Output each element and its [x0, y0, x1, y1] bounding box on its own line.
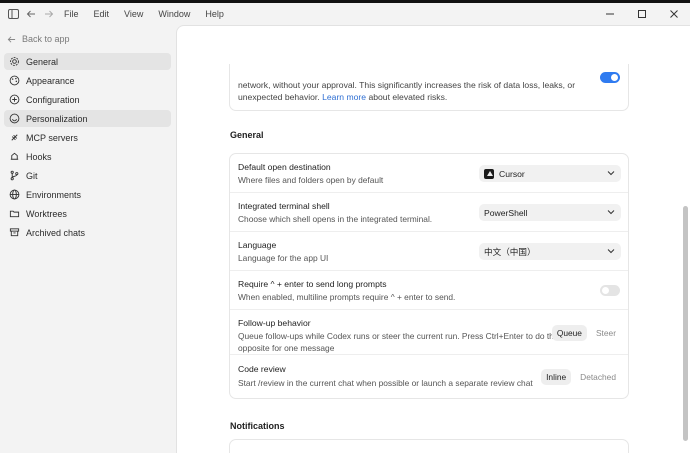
sidebar-item-label: Environments [26, 189, 82, 200]
close-icon[interactable] [658, 3, 690, 25]
setting-description: Start /review in the current chat when p… [238, 378, 533, 388]
minimize-icon[interactable] [594, 3, 626, 25]
setting-description: When enabled, multiline prompts require … [238, 292, 456, 302]
scrollbar-thumb[interactable] [683, 206, 688, 441]
sidebar-item-label: Appearance [26, 75, 75, 86]
setting-description-line: Queue follow-ups while Codex runs or ste… [238, 331, 559, 341]
folder-tree-icon [8, 208, 20, 220]
terminal-shell-select[interactable]: PowerShell [479, 204, 621, 221]
setting-title: Code review [238, 364, 286, 374]
setting-row-followup: Follow-up behavior Queue follow-ups whil… [230, 310, 628, 355]
back-to-app-link[interactable]: Back to app [7, 29, 176, 49]
globe-icon [8, 189, 20, 201]
menu-bar: File Edit View Window Help [64, 9, 239, 19]
git-branch-icon [8, 170, 20, 182]
sidebar-item-configuration[interactable]: Configuration [4, 91, 171, 108]
gear-icon [8, 56, 20, 68]
code-review-inline-option[interactable]: Inline [541, 369, 572, 385]
sidebar-item-worktrees[interactable]: Worktrees [4, 205, 171, 222]
setting-description-line: opposite for one message [238, 342, 335, 353]
open-destination-select[interactable]: Cursor [479, 165, 621, 182]
menu-view[interactable]: View [124, 9, 143, 19]
archive-icon [8, 227, 20, 239]
arrow-left-icon [7, 35, 16, 43]
setting-description: Language for the app UI [238, 253, 329, 263]
sidebar-item-label: Worktrees [26, 208, 67, 219]
settings-icon [8, 94, 20, 106]
chevron-down-icon [607, 249, 615, 254]
menu-help[interactable]: Help [205, 9, 224, 19]
hook-icon [8, 151, 20, 163]
back-to-app-label: Back to app [22, 34, 70, 44]
palette-icon [8, 75, 20, 87]
elevated-access-description: network, without your approval. This sig… [238, 80, 588, 103]
sidebar-item-mcp-servers[interactable]: MCP servers [4, 129, 171, 146]
followup-segmented-control: Queue Steer [551, 325, 621, 341]
plug-icon [8, 132, 20, 144]
sidebar-item-label: Personalization [26, 113, 88, 124]
chevron-down-icon [607, 171, 615, 176]
setting-title: Default open destination [238, 162, 331, 172]
window-controls [594, 3, 690, 25]
sidebar-item-hooks[interactable]: Hooks [4, 148, 171, 165]
setting-description: Queue follow-ups while Codex runs or ste… [238, 331, 559, 354]
sparkle-icon [8, 113, 20, 125]
menu-edit[interactable]: Edit [94, 9, 110, 19]
sidebar-item-label: MCP servers [26, 132, 78, 143]
sidebar-item-environments[interactable]: Environments [4, 186, 171, 203]
setting-title: Require ^ + enter to send long prompts [238, 279, 387, 289]
sidebar-item-label: Configuration [26, 94, 80, 105]
sidebar-item-label: Hooks [26, 151, 52, 162]
setting-title: Follow-up behavior [238, 318, 311, 328]
sidebar-item-label: Archived chats [26, 227, 86, 238]
long-prompts-toggle[interactable] [600, 285, 620, 296]
learn-more-link[interactable]: Learn more [322, 92, 366, 102]
setting-row-long-prompts: Require ^ + enter to send long prompts W… [230, 271, 628, 310]
select-value: 中文（中国） [484, 246, 536, 257]
setting-description: Where files and folders open by default [238, 175, 384, 185]
setting-title: Integrated terminal shell [238, 201, 330, 211]
notifications-card [229, 439, 629, 453]
followup-steer-option[interactable]: Steer [591, 325, 621, 341]
code-review-detached-option[interactable]: Detached [575, 369, 621, 385]
sidebar-toggle-icon[interactable] [4, 5, 22, 23]
setting-row-language: Language Language for the app UI 中文（中国） [230, 232, 628, 271]
setting-description: Choose which shell opens in the integrat… [238, 214, 433, 224]
language-select[interactable]: 中文（中国） [479, 243, 621, 260]
setting-row-terminal: Integrated terminal shell Choose which s… [230, 193, 628, 232]
code-review-segmented-control: Inline Detached [541, 369, 621, 385]
settings-sidebar: Back to app General Appearance Configura… [0, 25, 176, 453]
notifications-section-title: Notifications [230, 421, 285, 431]
general-section-title: General [230, 130, 264, 140]
sidebar-item-personalization[interactable]: Personalization [4, 110, 171, 127]
setting-row-code-review: Code review Start /review in the current… [230, 355, 628, 399]
forward-arrow-icon[interactable] [40, 5, 58, 23]
sidebar-item-git[interactable]: Git [4, 167, 171, 184]
setting-title: Language [238, 240, 277, 250]
back-arrow-icon[interactable] [22, 5, 40, 23]
elevated-access-card: network, without your approval. This sig… [229, 64, 629, 111]
sidebar-item-archived-chats[interactable]: Archived chats [4, 224, 171, 241]
title-bar: File Edit View Window Help [0, 3, 690, 25]
select-value: PowerShell [484, 207, 528, 218]
warning-text-after: about elevated risks. [368, 91, 448, 102]
sidebar-item-label: Git [26, 170, 38, 181]
setting-row-open-destination: Default open destination Where files and… [230, 154, 628, 193]
select-value: Cursor [499, 168, 525, 179]
menu-file[interactable]: File [64, 9, 79, 19]
elevated-access-toggle[interactable] [600, 72, 620, 83]
followup-queue-option[interactable]: Queue [551, 325, 587, 341]
sidebar-item-label: General [26, 56, 59, 67]
cursor-app-icon [484, 168, 494, 179]
maximize-icon[interactable] [626, 3, 658, 25]
sidebar-item-appearance[interactable]: Appearance [4, 72, 171, 89]
chevron-down-icon [607, 210, 615, 215]
sidebar-item-general[interactable]: General [4, 53, 171, 70]
settings-content[interactable]: network, without your approval. This sig… [176, 25, 690, 453]
menu-window[interactable]: Window [158, 9, 190, 19]
general-settings-card: Default open destination Where files and… [229, 153, 629, 399]
